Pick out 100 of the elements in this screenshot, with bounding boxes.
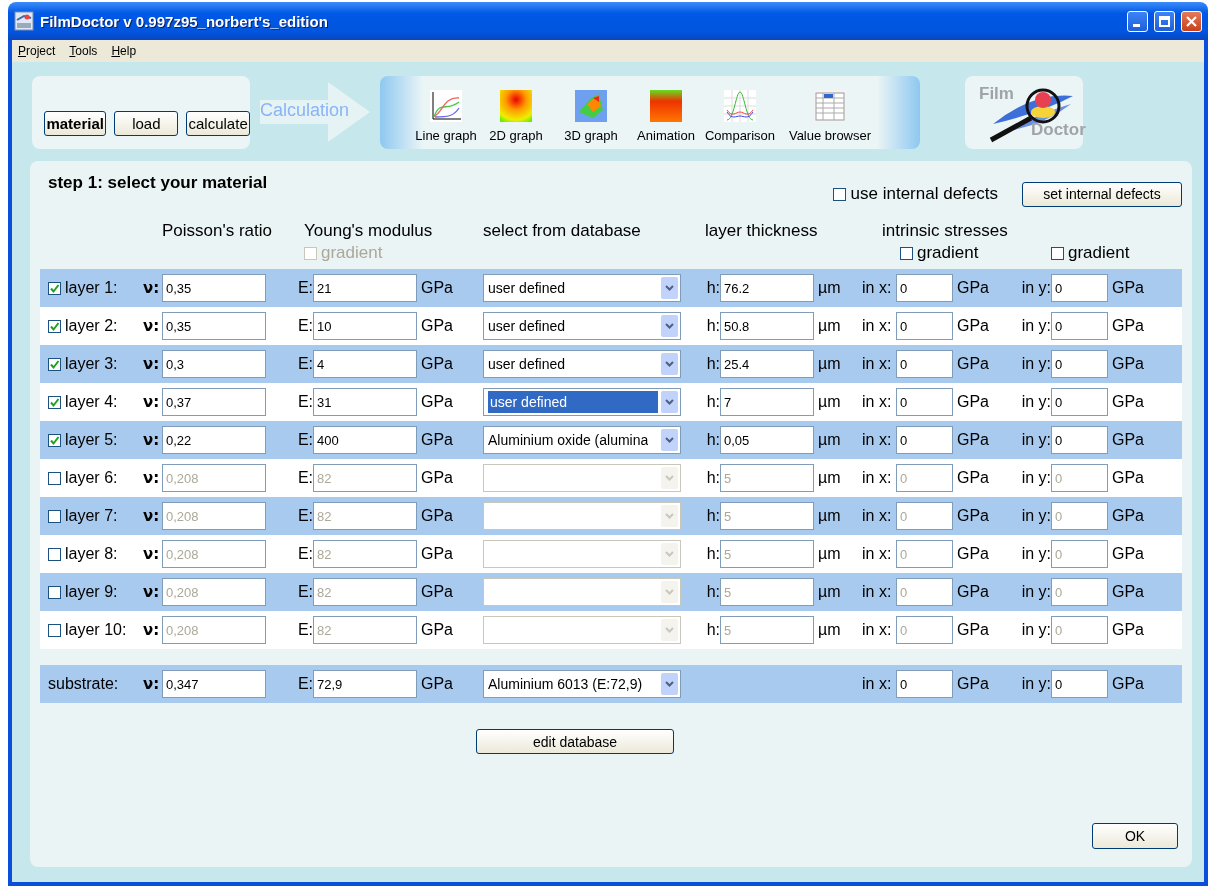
minimize-icon (1133, 23, 1140, 27)
field-label: in y: (1020, 317, 1051, 335)
unit-label: GPa (1111, 279, 1145, 297)
input-field[interactable]: 31 (313, 388, 417, 416)
checkbox[interactable] (900, 246, 913, 260)
input-field[interactable]: 72,9 (313, 670, 417, 698)
input-field[interactable]: 0 (1051, 388, 1108, 416)
unit-label: GPa (420, 583, 454, 601)
input-field[interactable]: 0,347 (162, 670, 266, 698)
field-label: E: (296, 355, 313, 373)
dropdown[interactable]: Aluminium 6013 (E:72,9) (483, 670, 681, 698)
input-field[interactable]: 0,35 (162, 312, 266, 340)
field-label: h: (705, 583, 720, 601)
checkbox[interactable] (1051, 246, 1064, 260)
dropdown[interactable]: Aluminium oxide (alumina (483, 426, 681, 454)
dropdown[interactable]: user defined (483, 274, 681, 302)
view-button[interactable]: 2D graph (482, 89, 550, 143)
input-field[interactable]: 400 (313, 426, 417, 454)
checkbox[interactable] (48, 623, 61, 637)
field-label: in x: (861, 675, 893, 693)
view-button[interactable]: Animation (632, 89, 700, 143)
input-field[interactable]: 4 (313, 350, 417, 378)
unit-label: µm (817, 431, 842, 449)
unit-label: µm (817, 545, 842, 563)
unit-label: GPa (1111, 621, 1145, 639)
chevron-down-icon (661, 391, 678, 413)
checkbox[interactable] (48, 281, 61, 295)
input-field[interactable]: 0 (896, 274, 953, 302)
field-label: E: (296, 507, 313, 525)
input-field[interactable]: 0 (896, 312, 953, 340)
field-label: E: (296, 317, 313, 335)
layer-label: layer 2: (65, 317, 118, 335)
field-label: h: (705, 621, 720, 639)
checkbox[interactable] (48, 509, 61, 523)
step-button[interactable]: load (114, 110, 179, 136)
window-title: FilmDoctor v 0.997z95_norbert's_edition (40, 12, 329, 30)
edit-database-button[interactable]: edit database (476, 729, 674, 754)
chevron-down-icon (661, 353, 678, 375)
chevron-down-icon (661, 673, 678, 695)
input-field[interactable]: 0 (1051, 350, 1108, 378)
input-field[interactable]: 0 (1051, 312, 1108, 340)
unit-label: µm (817, 279, 842, 297)
set-defects-button[interactable]: set internal defects (1022, 181, 1182, 207)
menu-item[interactable]: Project (18, 44, 56, 58)
field-label: in x: (861, 393, 893, 411)
minimize-button[interactable] (1127, 10, 1148, 32)
input-field[interactable]: 0,22 (162, 426, 266, 454)
field-label: in y: (1020, 393, 1051, 411)
dropdown[interactable]: user defined (483, 350, 681, 378)
input-field[interactable]: 0,37 (162, 388, 266, 416)
field-label: h: (705, 317, 720, 335)
field-label: in y: (1020, 621, 1051, 639)
input-field[interactable]: 21 (313, 274, 417, 302)
dropdown[interactable]: user defined (483, 312, 681, 340)
checkbox[interactable] (48, 433, 61, 447)
input-field[interactable]: 0 (1051, 670, 1108, 698)
ok-button[interactable]: OK (1092, 823, 1178, 849)
input-field[interactable]: 0,05 (720, 426, 814, 454)
input-field[interactable]: 0 (896, 350, 953, 378)
maximize-button[interactable] (1154, 10, 1175, 32)
field-label: in x: (861, 431, 893, 449)
surface-plot-icon (575, 89, 607, 122)
line-chart-icon (430, 89, 462, 122)
view-button[interactable]: 3D graph (550, 89, 632, 143)
field-label: in y: (1020, 469, 1051, 487)
checkbox[interactable] (48, 471, 61, 485)
checkbox[interactable] (48, 395, 61, 409)
input-field[interactable]: 0 (1051, 426, 1108, 454)
input-field[interactable]: 76.2 (720, 274, 814, 302)
input-field[interactable]: 7 (720, 388, 814, 416)
step-button[interactable]: material (44, 110, 107, 136)
menu-item[interactable]: Help (111, 44, 137, 58)
input-field[interactable]: 0 (1051, 274, 1108, 302)
view-button[interactable]: Line graph (410, 89, 482, 143)
column-header: Young's modulus (304, 221, 434, 241)
field-label: E: (296, 469, 313, 487)
dropdown[interactable]: user defined (483, 388, 681, 416)
input-field[interactable]: 0,3 (162, 350, 266, 378)
heatmap-icon (650, 89, 682, 122)
close-button[interactable] (1181, 10, 1202, 32)
input-field[interactable]: 0 (896, 388, 953, 416)
column-header: select from database (483, 221, 642, 241)
input-field[interactable]: 0 (896, 426, 953, 454)
view-button[interactable]: Comparison (700, 89, 780, 143)
input-field[interactable]: 10 (313, 312, 417, 340)
input-field[interactable]: 50.8 (720, 312, 814, 340)
checkbox[interactable] (48, 547, 61, 561)
input-field[interactable]: 0 (896, 670, 953, 698)
checkbox[interactable] (48, 585, 61, 599)
input-field[interactable]: 0,35 (162, 274, 266, 302)
checkbox[interactable] (832, 187, 846, 201)
menu-item[interactable]: Tools (69, 44, 98, 58)
checkbox[interactable] (48, 319, 61, 333)
view-button[interactable]: Value browser (780, 89, 880, 143)
checkbox[interactable] (48, 357, 61, 371)
field-label: E: (296, 431, 313, 449)
unit-label: µm (817, 583, 842, 601)
input-field[interactable]: 25.4 (720, 350, 814, 378)
field-label: in x: (861, 355, 893, 373)
step-button[interactable]: calculate (186, 110, 250, 136)
